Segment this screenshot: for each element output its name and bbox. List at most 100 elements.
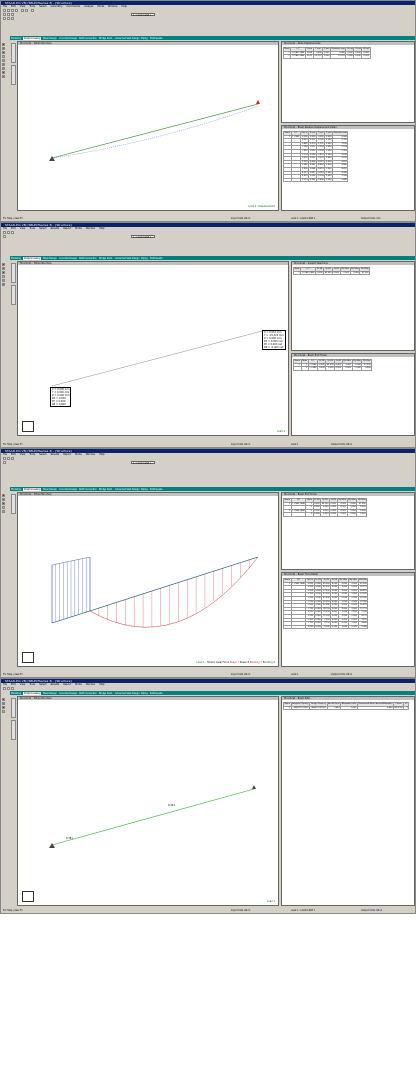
tool-icon[interactable] xyxy=(2,502,5,505)
beam-ratio-table[interactable]: Beam Analysis Property Design Property Actu… xyxy=(283,702,410,711)
tab-postprocessing[interactable]: Postprocessing xyxy=(23,36,42,40)
tab-earthquake[interactable]: Earthquake xyxy=(149,37,164,40)
tab-bridge-deck[interactable]: Bridge Deck xyxy=(98,37,113,40)
col-header: Mz kNm xyxy=(357,578,369,583)
table-row[interactable]: 5.073 0.061 -3.440 0.000 3.440 xyxy=(283,177,349,183)
table-row[interactable]: 11 LOAD CASE 0.000 0.000 45.000 0.000 0.000 0.… xyxy=(283,581,369,587)
tab-earthquake[interactable]: Earthquake xyxy=(149,692,164,695)
tab-modeling[interactable]: Modeling xyxy=(10,692,22,695)
tab-piping[interactable]: Piping xyxy=(140,488,149,491)
beam-end-forces-table[interactable]: Beam Node L/C Fx kN Fy kN Fz kN Mx kNm My kNm Mz… xyxy=(293,359,373,371)
table-row[interactable]: 3.000 0.000 0.000 0.000 0.000 0.000 0.000 xyxy=(283,624,369,630)
tool-icon[interactable] xyxy=(2,498,5,501)
tool-icon[interactable] xyxy=(2,267,5,270)
side-tab-beam[interactable] xyxy=(11,494,16,514)
tool-icon[interactable] xyxy=(2,43,5,46)
table-row[interactable]: 21 LOAD 0.000 0.000 0.000 0.000 0.000 0.000 xyxy=(293,366,373,371)
tool-icon[interactable] xyxy=(2,506,5,509)
tab-modeling[interactable]: Modeling xyxy=(10,488,22,491)
structure-viewport[interactable]: Structure1 - Whole Structure Load 1 : Di… xyxy=(17,41,279,211)
tab-steel-design[interactable]: Steel Design xyxy=(42,488,58,491)
tab-modeling[interactable]: Modeling xyxy=(10,37,22,40)
tool-icon[interactable] xyxy=(2,275,5,278)
side-tab-results[interactable] xyxy=(11,720,16,740)
structure-viewport[interactable]: Structure1 - Whole Structure Load 1 : To… xyxy=(17,492,279,667)
tab-concrete-design[interactable]: Concrete Design xyxy=(58,257,78,260)
structure-viewport[interactable]: Structure1 - Whole Structure 0.443 0.381… xyxy=(17,696,279,906)
tool-icon[interactable] xyxy=(2,263,5,266)
tab-ram-connection[interactable]: RAM Connection xyxy=(78,488,98,491)
new-icon[interactable] xyxy=(3,686,6,690)
tab-advanced-slab[interactable]: Advanced Slab Design xyxy=(114,692,140,695)
tab-advanced-slab[interactable]: Advanced Slab Design xyxy=(114,37,140,40)
tab-steel-design[interactable]: Steel Design xyxy=(42,692,58,695)
beam-force-detail-table[interactable]: Beam L/C Dist m Fx kN Fy kN Fz kN Mx kNm My kNm… xyxy=(283,578,369,630)
tab-ram-connection[interactable]: RAM Connection xyxy=(78,257,98,260)
tab-bridge-deck[interactable]: Bridge Deck xyxy=(98,488,113,491)
beam-end-forces-table[interactable]: Beam L/C Node Fx kN Fy kN Fz kN Mx kNm My kNm Mz… xyxy=(283,498,368,517)
tool-icon[interactable] xyxy=(2,510,5,513)
tool-icon[interactable] xyxy=(2,283,5,286)
table-row[interactable]: 21 LOAD CASE 0.051 -15.322 0.000 15.322 0.000… xyxy=(282,54,371,59)
table-row[interactable]: 3 0.000 0.000 0.000 0.000 0.000 0.000 xyxy=(283,512,368,517)
tab-earthquake[interactable]: Earthquake xyxy=(149,257,164,260)
tool-icon[interactable] xyxy=(2,75,5,78)
select-icon[interactable] xyxy=(3,234,6,238)
tab-postprocessing[interactable]: Postprocessing xyxy=(23,256,42,260)
node-icon[interactable] xyxy=(3,16,6,20)
tab-bridge-deck[interactable]: Bridge Deck xyxy=(98,692,113,695)
tab-steel-design[interactable]: Steel Design xyxy=(42,257,58,260)
load-case-dropdown[interactable]: 1 : LOAD CASE 1 xyxy=(131,460,155,465)
tool-icon[interactable] xyxy=(2,706,5,709)
tab-ram-connection[interactable]: RAM Connection xyxy=(78,692,98,695)
structure-viewport[interactable]: Structure1 - Whole Structure X = 0.051 m… xyxy=(17,261,289,436)
tab-bridge-deck[interactable]: Bridge Deck xyxy=(98,257,113,260)
side-tab-displacement[interactable] xyxy=(11,65,16,85)
tab-concrete-design[interactable]: Concrete Design xyxy=(58,37,78,40)
tab-steel-design[interactable]: Steel Design xyxy=(42,37,58,40)
support-reactions-table[interactable]: Node L/C Fx kN Fy kN Fz kN Mx kNm My kNm Mz kNm… xyxy=(292,267,371,276)
tab-ram-connection[interactable]: RAM Connection xyxy=(78,37,98,40)
displacement-table[interactable]: Node L/C X mm Y mm Z mm Resultant mm rX rad rY … xyxy=(282,47,371,59)
tool-icon[interactable] xyxy=(2,67,5,70)
tab-piping[interactable]: Piping xyxy=(140,257,149,260)
tab-concrete-design[interactable]: Concrete Design xyxy=(58,488,78,491)
open-icon[interactable] xyxy=(7,686,10,690)
table-row[interactable]: 21 LOAD CASE 2 0.000 0.000 0.000 0.000 0.000 0.… xyxy=(283,508,368,514)
table-row[interactable]: 11 LOAD CASE -0.000 45.000 0.000 0.000 0.000 6… xyxy=(292,270,371,276)
tool-icon[interactable] xyxy=(2,494,5,497)
table-row[interactable]: 111 LOAD -0.000 45.000 0.000 0.000 0.000 67.50… xyxy=(293,362,373,368)
beam-displacement-table[interactable]: Beam L/C Dist mX mm Y mm Z mm Resultant mm 1 1 … xyxy=(283,131,349,183)
tab-advanced-slab[interactable]: Advanced Slab Design xyxy=(114,488,140,491)
select-icon[interactable] xyxy=(3,460,6,464)
tool-icon[interactable] xyxy=(2,710,5,713)
tool-icon[interactable] xyxy=(2,71,5,74)
tab-postprocessing[interactable]: Postprocessing xyxy=(23,487,42,491)
table-row[interactable]: 11 LOAD CASE 1 0.000 45.000 0.000 0.000 0.000 6… xyxy=(283,501,368,507)
plate-icon[interactable] xyxy=(11,16,14,20)
load-case-dropdown[interactable]: 1 : LOAD CASE 1 xyxy=(131,234,155,239)
tool-icon[interactable] xyxy=(2,55,5,58)
tab-piping[interactable]: Piping xyxy=(140,37,149,40)
save-icon[interactable] xyxy=(11,686,14,690)
tab-postprocessing[interactable]: Postprocessing xyxy=(23,691,42,695)
side-tab-design[interactable] xyxy=(11,698,16,718)
table-row[interactable]: 1 UB457X191X67 UB457X191X67 0.443 1.000 0.443… xyxy=(283,705,410,711)
tab-advanced-slab[interactable]: Advanced Slab Design xyxy=(114,257,140,260)
side-tab-results[interactable] xyxy=(11,285,16,305)
beam-icon[interactable] xyxy=(7,16,10,20)
tab-concrete-design[interactable]: Concrete Design xyxy=(58,692,78,695)
tool-icon[interactable] xyxy=(2,59,5,62)
tool-icon[interactable] xyxy=(2,279,5,282)
tool-icon[interactable] xyxy=(2,51,5,54)
tool-icon[interactable] xyxy=(2,698,5,701)
tool-icon[interactable] xyxy=(2,702,5,705)
side-tab-reactions[interactable] xyxy=(11,263,16,283)
tool-icon[interactable] xyxy=(2,271,5,274)
tab-modeling[interactable]: Modeling xyxy=(10,257,22,260)
tab-piping[interactable]: Piping xyxy=(140,692,149,695)
tab-earthquake[interactable]: Earthquake xyxy=(149,488,164,491)
tool-icon[interactable] xyxy=(2,63,5,66)
tool-icon[interactable] xyxy=(2,47,5,50)
side-tab-results[interactable] xyxy=(11,43,16,63)
